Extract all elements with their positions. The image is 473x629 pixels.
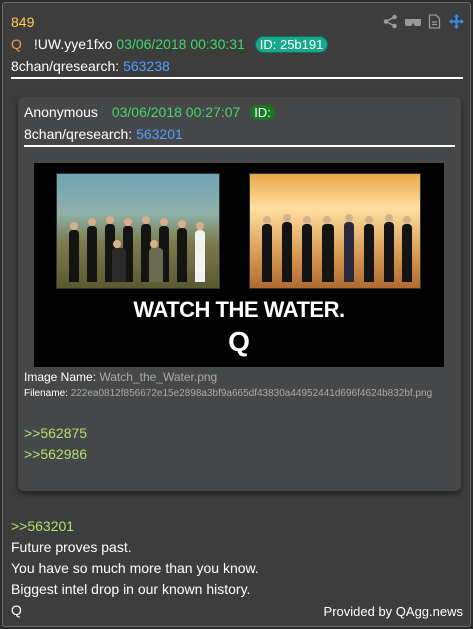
quoted-date: 03/06/2018 00:27:07 [111, 104, 241, 120]
document-icon[interactable] [428, 14, 443, 29]
move-icon[interactable] [449, 14, 464, 29]
post-id-badge[interactable]: ID: 25b191 [254, 36, 329, 53]
quoted-post-link[interactable]: 563201 [136, 126, 183, 142]
attribution: Provided by QAgg.news [323, 604, 463, 619]
image-name-label: Image Name: [24, 370, 97, 384]
image-signature: Q [228, 326, 250, 357]
quoted-board-label: 8chan/qresearch: [24, 126, 133, 142]
image-caption: WATCH THE WATER. [133, 297, 345, 322]
board-label: 8chan/qresearch: [11, 58, 120, 74]
post-header: Q !UW.yye1fxo 03/06/2018 00:30:31 ID: 25b… [11, 36, 329, 53]
quoted-header: Anonymous 03/06/2018 00:27:07 ID: [24, 104, 275, 120]
post-date: 03/06/2018 00:30:31 [116, 36, 245, 52]
post-message: >>563201 Future proves past. You have so… [11, 516, 259, 621]
reference-link[interactable]: >>562986 [24, 446, 87, 462]
filename-label: Filename: [24, 388, 68, 399]
reply-reference[interactable]: >>563201 [11, 516, 259, 537]
post-source: 8chan/qresearch: 563238 [11, 58, 170, 74]
divider [11, 77, 463, 79]
left-photo [56, 173, 220, 289]
glasses-icon[interactable] [404, 14, 422, 29]
quoted-divider [24, 145, 455, 147]
message-line: Future proves past. [11, 539, 132, 555]
reference-link[interactable]: >>562875 [24, 425, 87, 441]
post-number: 849 [11, 14, 35, 30]
filename-value: 222ea0812f856672e15e2898a3bf9a665df43830… [70, 388, 433, 399]
quoted-id-badge[interactable]: ID: [250, 105, 275, 120]
image-filename: Filename: 222ea0812f856672e15e2898a3bf9a… [24, 388, 432, 399]
attached-image[interactable]: WATCH THE WATER. Q [34, 163, 444, 367]
quoted-source: 8chan/qresearch: 563201 [24, 126, 183, 142]
share-icon[interactable] [383, 14, 398, 29]
q-label: Q [11, 36, 22, 52]
image-name-value: Watch_the_Water.png [99, 370, 218, 384]
post-toolbar [383, 14, 464, 29]
message-line: You have so much more than you know. [11, 560, 259, 576]
post-card: 849 Q !UW.yye1fxo 03/06/2018 00:30:31 ID:… [2, 2, 471, 627]
post-link[interactable]: 563238 [123, 58, 170, 74]
quoted-author: Anonymous [24, 104, 98, 120]
tripcode: !UW.yye1fxo [33, 36, 113, 52]
right-photo [249, 173, 421, 289]
message-line: Biggest intel drop in our known history. [11, 581, 251, 597]
message-line: Q [11, 602, 22, 618]
image-name: Image Name: Watch_the_Water.png [24, 370, 217, 384]
quoted-post: Anonymous 03/06/2018 00:27:07 ID: 8chan/… [18, 97, 461, 491]
